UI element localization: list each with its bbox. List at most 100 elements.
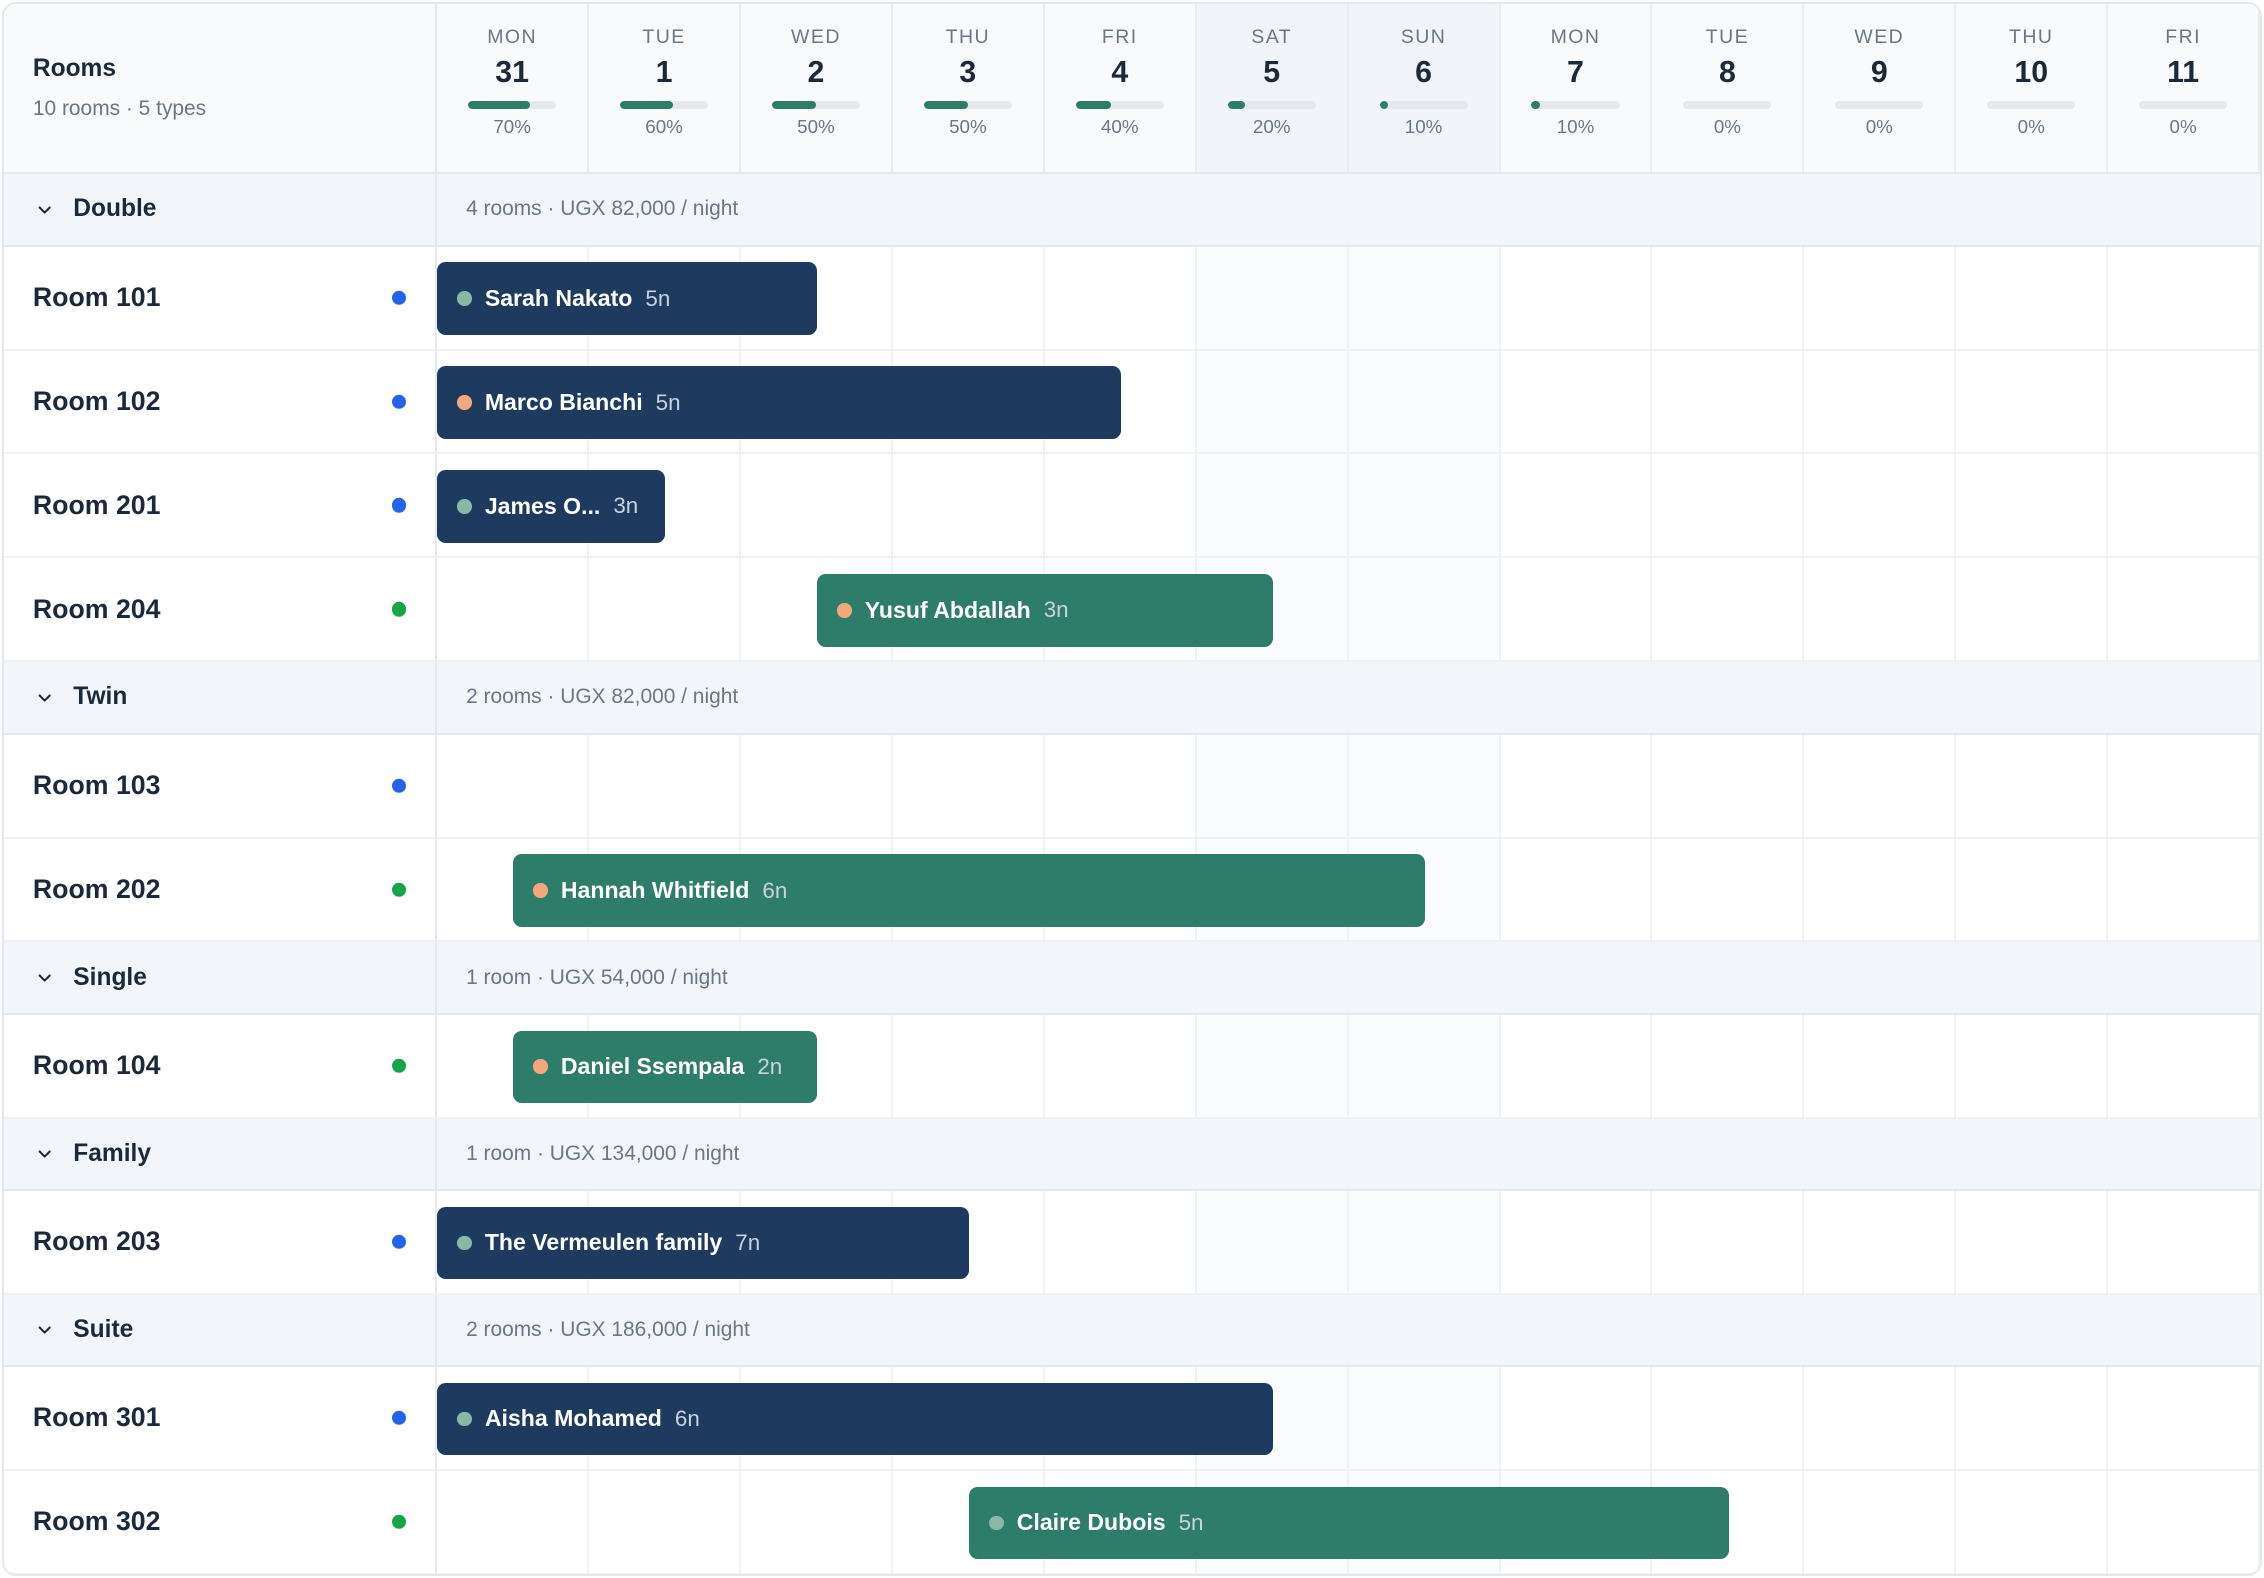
chevron-down-icon[interactable] [36,1145,53,1162]
day-name: MON [1550,25,1601,48]
day-name: FRI [2165,25,2201,48]
guest-status-dot [457,291,472,306]
room-status-dot [391,290,407,305]
day-header: TUE 1 60% [589,4,741,173]
room-name: Room 203 [32,1226,161,1257]
occupancy-bar [1835,101,1924,109]
guest-status-dot [533,883,548,898]
day-header: MON 7 10% [1501,4,1653,173]
occupancy-bar [620,101,709,109]
day-number: 5 [1263,55,1281,89]
guest-status-dot [457,395,472,410]
room-type-toggle[interactable]: Single [4,942,438,1013]
guest-status-dot [533,1059,548,1074]
occupancy-bar [1683,101,1772,109]
room-type-toggle[interactable]: Twin [4,662,438,733]
room-label[interactable]: Room 104 [4,1014,438,1117]
room-type-toggle[interactable]: Suite [4,1294,438,1365]
booking-bar[interactable]: The Vermeulen family 7n [437,1206,970,1279]
day-name: FRI [1101,25,1138,48]
room-type-name: Single [73,963,147,991]
room-label[interactable]: Room 201 [4,454,438,557]
booking-bar[interactable]: Yusuf Abdallah 3n [817,574,1274,647]
day-header: WED 9 0% [1804,4,1957,173]
room-type-row[interactable]: Twin 2 rooms · UGX 82,000 / night [4,662,2260,735]
room-label[interactable]: Room 302 [4,1470,438,1573]
room-label[interactable]: Room 301 [4,1366,438,1469]
room-row: Room 201 James O... 3n [4,454,2260,559]
day-number: 6 [1415,55,1432,89]
chevron-down-icon[interactable] [36,201,53,218]
occupancy-bar [923,101,1012,109]
booking-bar[interactable]: Daniel Ssempala 2n [513,1030,818,1103]
occupancy-fill [1531,101,1541,109]
nights-count: 5n [1178,1509,1204,1535]
room-label[interactable]: Room 203 [4,1190,438,1293]
occupancy-bar [1227,101,1316,109]
room-status-dot [391,394,407,409]
room-type-toggle[interactable]: Double [4,174,438,245]
rooms-subtitle: 10 rooms · 5 types [32,96,207,120]
room-type-row[interactable]: Family 1 room · UGX 134,000 / night [4,1118,2260,1191]
room-name: Room 302 [32,1506,161,1537]
day-name: TUE [642,25,686,48]
day-name: SAT [1251,25,1293,48]
occupancy-percent: 0% [2017,115,2045,137]
room-type-info: 4 rooms · UGX 82,000 / night [466,197,739,221]
room-type-row[interactable]: Single 1 room · UGX 54,000 / night [4,942,2260,1015]
room-status-dot [391,1058,407,1073]
guest-name: Daniel Ssempala [560,1053,745,1080]
occupancy-fill [1379,101,1389,109]
occupancy-bar [1075,101,1164,109]
room-type-toggle[interactable]: Family [4,1118,438,1189]
room-label[interactable]: Room 103 [4,734,438,837]
booking-bar[interactable]: James O... 3n [437,470,666,543]
booking-bar[interactable]: Aisha Mohamed 6n [437,1382,1274,1456]
day-header: THU 3 50% [893,4,1045,173]
room-rows: Double 4 rooms · UGX 82,000 / night Room 1… [4,174,2260,1574]
room-row: Room 302 Claire Dubois 5n [4,1470,2260,1574]
booking-bar[interactable]: Marco Bianchi 5n [437,366,1122,439]
room-label[interactable]: Room 101 [4,246,438,349]
calendar-header: Rooms 10 rooms · 5 types MON 31 70% TUE 1 60%… [4,4,2260,175]
room-label[interactable]: Room 204 [4,558,438,661]
guest-status-dot [457,499,472,514]
room-type-info: 2 rooms · UGX 82,000 / night [466,685,739,709]
chevron-down-icon[interactable] [36,689,53,706]
room-type-row[interactable]: Suite 2 rooms · UGX 186,000 / night [4,1294,2260,1367]
room-name: Room 104 [32,1050,161,1081]
room-status-dot [391,1410,407,1426]
day-header: SUN 6 10% [1348,4,1501,173]
occupancy-percent: 0% [1865,115,1893,137]
guest-name: Yusuf Abdallah [864,596,1031,623]
day-number: 7 [1567,55,1584,89]
booking-bar[interactable]: Claire Dubois 5n [969,1486,1730,1559]
room-label[interactable]: Room 102 [4,350,438,453]
day-number: 11 [2167,55,2200,89]
booking-bar[interactable]: Sarah Nakato 5n [437,262,818,335]
room-row: Room 103 [4,734,2260,839]
room-type-row[interactable]: Double 4 rooms · UGX 82,000 / night [4,174,2260,247]
room-name: Room 201 [32,489,161,520]
day-name: THU [945,25,991,48]
room-label[interactable]: Room 202 [4,838,438,941]
nights-count: 5n [645,285,671,311]
chevron-down-icon[interactable] [36,969,53,986]
day-columns-header: MON 31 70% TUE 1 60% WED 2 50% THU 3 50% FRI 4 40% SAT 5… [437,4,2260,173]
occupancy-fill [620,101,673,109]
room-name: Room 204 [32,593,161,624]
occupancy-percent: 0% [1713,115,1741,137]
room-name: Room 202 [32,874,161,904]
room-row: Room 203 The Vermeulen family 7n [4,1190,2260,1295]
day-number: 9 [1870,55,1888,89]
room-status-dot [391,498,407,513]
chevron-down-icon[interactable] [36,1321,53,1338]
booking-bar[interactable]: Hannah Whitfield 6n [513,854,1426,927]
room-row: Room 204 Yusuf Abdallah 3n [4,558,2260,663]
day-number: 2 [807,55,825,89]
nights-count: 3n [1043,597,1069,623]
nights-count: 7n [735,1229,761,1255]
room-row: Room 202 Hannah Whitfield 6n [4,838,2260,943]
rooms-title: Rooms [32,54,117,82]
occupancy-percent: 40% [1100,115,1139,137]
